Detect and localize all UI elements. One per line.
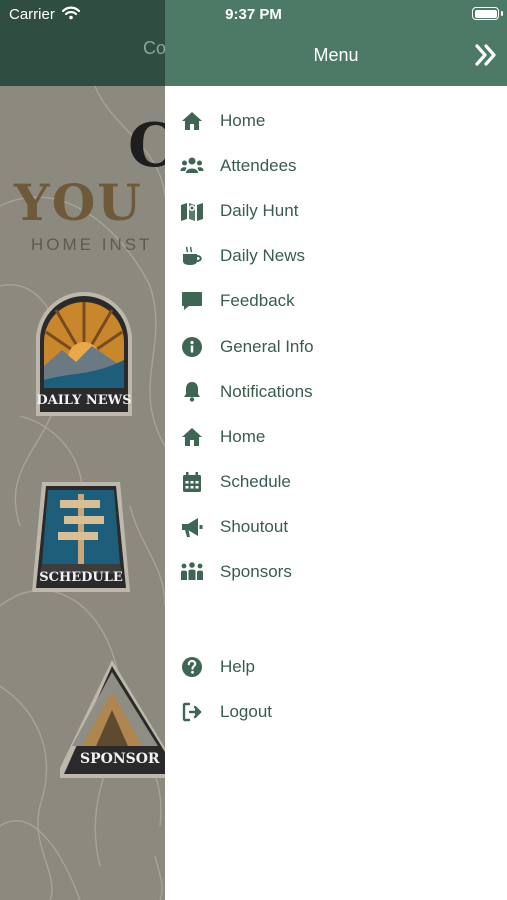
status-bar: Carrier 9:37 PM [0, 0, 507, 28]
daily-news-badge-label: DAILY NEWS [36, 393, 132, 408]
drawer-bottom-menu: Help Logout [165, 644, 507, 734]
battery-icon [472, 7, 499, 20]
drawer-menu: Home Attendees Daily Hunt Daily News Fee… [165, 98, 507, 595]
menu-item-schedule[interactable]: Schedule [165, 460, 507, 505]
menu-item-label: Logout [220, 701, 272, 721]
hero-subtitle: HOME INST [31, 235, 153, 254]
schedule-badge-label: SCHEDULE [39, 570, 123, 585]
menu-item-logout[interactable]: Logout [165, 689, 507, 734]
menu-item-general-info[interactable]: General Info [165, 324, 507, 369]
menu-item-label: Attendees [220, 155, 297, 175]
logout-icon [179, 699, 205, 725]
menu-item-label: Home [220, 426, 266, 446]
menu-item-notifications[interactable]: Notifications [165, 369, 507, 414]
sponsors-badge-label: SPONSOR [80, 751, 160, 767]
calendar-icon [179, 469, 205, 495]
home-icon [179, 108, 205, 134]
status-time: 9:37 PM [225, 6, 282, 23]
menu-item-shoutout[interactable]: Shoutout [165, 505, 507, 550]
menu-item-sponsors[interactable]: Sponsors [165, 550, 507, 595]
menu-item-daily-hunt[interactable]: Daily Hunt [165, 188, 507, 233]
navigation-drawer: Menu Home Attendees Daily Hunt Daily New… [165, 0, 507, 900]
double-chevron-right-icon [475, 44, 496, 66]
people-group-icon [179, 559, 205, 585]
coffee-icon [179, 243, 205, 269]
drawer-title: Menu [313, 45, 359, 65]
menu-item-feedback[interactable]: Feedback [165, 279, 507, 324]
help-icon [179, 654, 205, 680]
schedule-badge[interactable]: SCHEDULE [30, 478, 132, 596]
menu-item-label: Daily News [220, 246, 306, 266]
menu-item-attendees[interactable]: Attendees [165, 143, 507, 188]
sponsors-badge[interactable]: SPONSOR [58, 658, 165, 782]
menu-item-label: Sponsors [220, 562, 292, 582]
daily-news-badge[interactable]: DAILY NEWS [32, 288, 136, 422]
collapse-drawer-button[interactable] [473, 42, 499, 68]
menu-item-home-2[interactable]: Home [165, 414, 507, 459]
menu-item-label: Daily Hunt [220, 200, 299, 220]
battery-tip [501, 11, 503, 16]
info-icon [179, 334, 205, 360]
menu-item-label: General Info [220, 336, 314, 356]
menu-item-daily-news[interactable]: Daily News [165, 234, 507, 279]
home-icon [179, 424, 205, 450]
menu-item-label: Notifications [220, 381, 313, 401]
comment-icon [179, 288, 205, 314]
users-icon [179, 153, 205, 179]
bell-icon [179, 379, 205, 405]
menu-item-label: Home [220, 110, 266, 130]
menu-item-label: Schedule [220, 472, 291, 492]
menu-item-label: Shoutout [220, 517, 289, 537]
menu-item-label: Feedback [220, 291, 295, 311]
megaphone-icon [179, 514, 205, 540]
menu-item-home[interactable]: Home [165, 98, 507, 143]
menu-item-help[interactable]: Help [165, 644, 507, 689]
menu-item-label: Help [220, 656, 255, 676]
background-header-title: Co [143, 38, 167, 58]
map-icon [179, 198, 205, 224]
hero-title-line2: YOU [14, 173, 143, 232]
